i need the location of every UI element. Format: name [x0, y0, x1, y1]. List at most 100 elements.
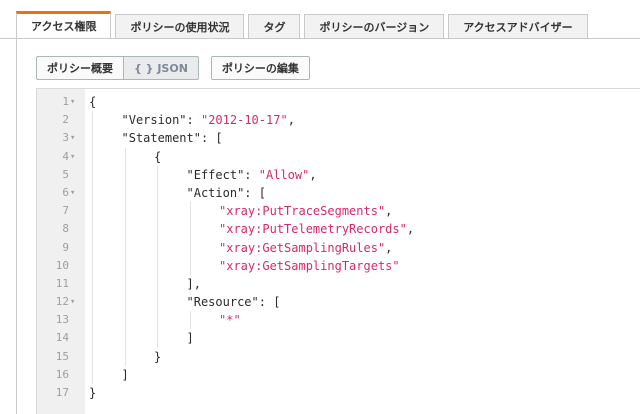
code-line: 2 "Version": "2012-10-17", [37, 111, 640, 130]
punctuation-token: : [ [258, 295, 281, 310]
indent-guide [92, 238, 93, 257]
line-number: 11 [55, 276, 69, 290]
indent-guide [157, 293, 158, 312]
panel-border [16, 38, 17, 414]
string-token: "xray:GetSamplingTargets" [219, 258, 400, 273]
punctuation-token: ] [186, 331, 194, 346]
indent-guide [92, 165, 93, 184]
indent-guide [124, 274, 126, 294]
fold-toggle-icon[interactable]: ▾ [70, 93, 80, 111]
policy-summary-button[interactable]: ポリシー概要 [36, 56, 124, 80]
code-text: { [89, 93, 96, 111]
indent-guide [157, 183, 158, 203]
line-number: 6 [62, 185, 69, 199]
code-text: } [89, 384, 96, 402]
indent-guide [124, 165, 126, 184]
indent-guide [124, 329, 126, 348]
code-line: 8 "xray:PutTelemetryRecords", [37, 220, 640, 239]
code-text: "Action": [ [187, 184, 266, 202]
indent-guide [92, 183, 93, 203]
indent-guide [157, 274, 158, 294]
code-text: "*" [219, 311, 241, 329]
edit-policy-button[interactable]: ポリシーの編集 [210, 56, 310, 80]
string-token: "xray:GetSamplingRules" [219, 240, 386, 255]
indent-guide [189, 202, 191, 221]
indent-guide [124, 220, 126, 239]
indent-guide [124, 293, 126, 312]
line-number: 16 [55, 367, 69, 381]
indent-guide [92, 347, 93, 366]
tab-policy-usage[interactable]: ポリシーの使用状況 [115, 14, 245, 39]
fold-toggle-icon[interactable]: ▾ [70, 184, 80, 202]
string-token: "xray:PutTelemetryRecords" [219, 222, 407, 237]
code-line: 10 "xray:GetSamplingTargets" [37, 256, 640, 275]
punctuation-token: , [406, 222, 415, 237]
punctuation-token: : [186, 113, 201, 128]
code-line: 16] [37, 365, 640, 384]
line-number: 7 [62, 204, 69, 218]
code-text: "Resource": [ [187, 293, 281, 311]
indent-guide [157, 238, 158, 257]
key-token: "Action" [186, 185, 245, 200]
tab-tags[interactable]: タグ [248, 14, 301, 39]
tab-bar: アクセス権限 ポリシーの使用状況 タグ ポリシーのバージョン アクセスアドバイザ… [16, 11, 592, 39]
fold-toggle-icon[interactable]: ▾ [70, 148, 80, 166]
key-token: "Effect" [186, 167, 245, 182]
code-text: "Version": "2012-10-17", [122, 111, 295, 129]
code-text: { [154, 148, 161, 166]
indent-guide [189, 238, 191, 257]
punctuation-token: } [89, 386, 97, 400]
code-text: "Effect": "Allow", [187, 166, 317, 184]
code-content[interactable]: 1 ▾{2 "Version": "2012-10-17", 3 ▾ "Statement… [37, 93, 640, 402]
line-number: 8 [62, 222, 69, 236]
code-text: } [154, 348, 161, 366]
indent-guide [124, 147, 126, 166]
line-number: 4 [62, 149, 69, 163]
tab-label: タグ [263, 21, 286, 34]
indent-guide [124, 202, 126, 221]
tab-access-advisor[interactable]: アクセスアドバイザー [448, 14, 588, 39]
punctuation-token: : [ [244, 185, 266, 200]
indent-guide [124, 311, 126, 330]
punctuation-token: , [385, 240, 393, 255]
string-token: "2012-10-17" [200, 113, 288, 128]
line-number: 9 [62, 240, 69, 254]
policy-toolbar: ポリシー概要 { } JSON ポリシーの編集 [36, 56, 310, 80]
line-number: 15 [55, 349, 69, 363]
code-text: "Statement": [ [122, 129, 223, 147]
line-number: 3 [62, 131, 69, 145]
line-number: 10 [55, 258, 69, 272]
code-line: 5 "Effect": "Allow", [37, 165, 640, 184]
line-number: 14 [55, 331, 69, 345]
line-number: 2 [62, 113, 69, 127]
tab-label: ポリシーの使用状況 [130, 21, 230, 34]
code-line: 3 ▾ "Statement": [ [37, 129, 640, 148]
fold-toggle-icon[interactable]: ▾ [70, 293, 80, 311]
code-line: 4 ▾ { [37, 147, 640, 166]
line-number: 1 [62, 95, 69, 108]
indent-guide [157, 202, 158, 221]
punctuation-token: ], [186, 276, 201, 291]
indent-guide [92, 274, 93, 294]
fold-toggle-icon[interactable]: ▾ [70, 129, 80, 147]
punctuation-token: } [154, 349, 162, 364]
code-line: 11], [37, 274, 640, 294]
indent-guide [157, 311, 158, 330]
punctuation-token: : [ [200, 131, 223, 146]
punctuation-token: { [154, 149, 162, 164]
punctuation-token: ] [121, 367, 129, 382]
indent-guide [92, 293, 93, 312]
tab-label: アクセスアドバイザー [463, 21, 573, 34]
indent-guide [157, 256, 158, 275]
punctuation-token: , [287, 113, 295, 128]
tab-policy-versions[interactable]: ポリシーのバージョン [304, 14, 445, 39]
line-number: 12 [55, 295, 69, 309]
tab-label: ポリシーのバージョン [319, 21, 430, 34]
line-number: 13 [55, 313, 69, 327]
code-text: "xray:GetSamplingTargets" [219, 257, 400, 275]
json-view-button[interactable]: { } JSON [124, 56, 199, 80]
tab-permissions[interactable]: アクセス権限 [16, 11, 112, 39]
indent-guide [92, 111, 93, 130]
code-line: 15} [37, 347, 640, 366]
json-editor[interactable]: 1 ▾{2 "Version": "2012-10-17", 3 ▾ "Statement… [36, 88, 640, 414]
